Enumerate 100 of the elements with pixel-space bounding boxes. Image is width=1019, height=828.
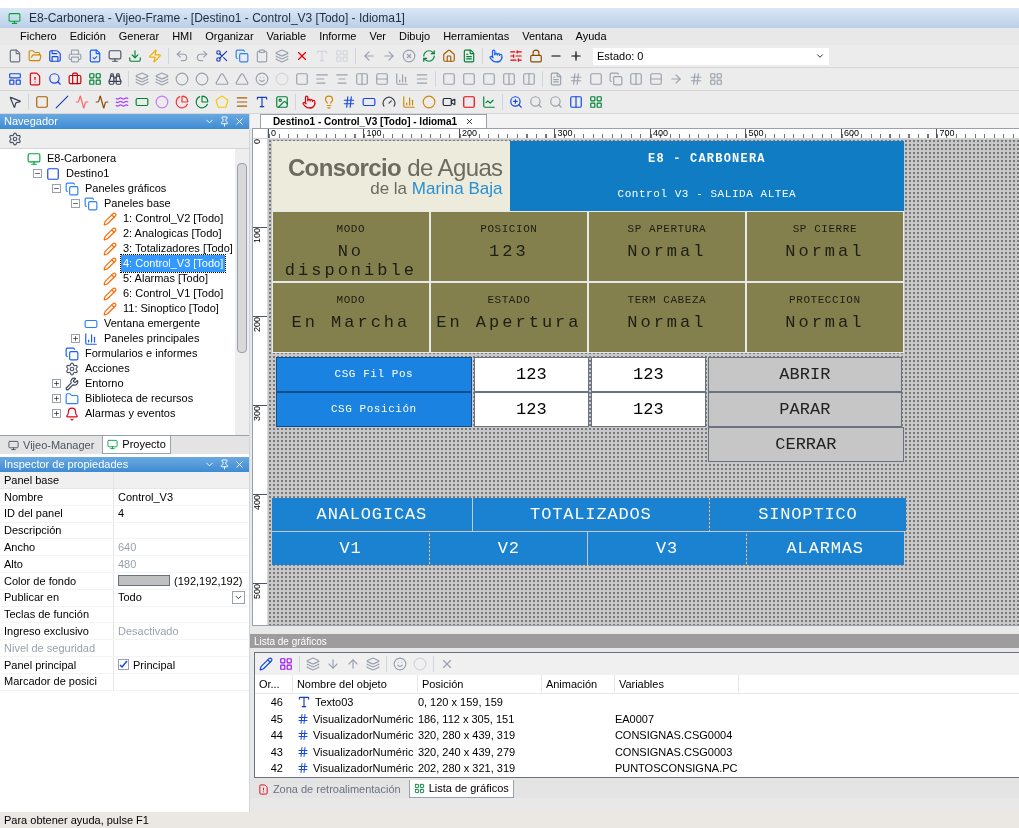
- pie-icon[interactable]: [195, 95, 209, 109]
- save-icon[interactable]: [48, 49, 62, 63]
- menu-item[interactable]: Ayuda: [575, 28, 607, 45]
- nav-button[interactable]: TOTALIZADOS: [472, 498, 709, 531]
- layers-icon[interactable]: [155, 72, 169, 86]
- lines-icon[interactable]: [235, 95, 249, 109]
- menu-item[interactable]: HMI: [172, 28, 193, 45]
- printer-icon[interactable]: [68, 49, 82, 63]
- menu-item[interactable]: Ventana: [522, 28, 563, 45]
- bar-graph-icon[interactable]: [402, 95, 416, 109]
- gauge-icon[interactable]: [382, 95, 396, 109]
- polyline-icon[interactable]: [75, 95, 89, 109]
- layers-icon[interactable]: [275, 49, 289, 63]
- tree-item[interactable]: 6: Control_V1 [Todo]: [121, 285, 226, 302]
- text-icon[interactable]: [255, 95, 269, 109]
- tree-item[interactable]: Destino1: [64, 165, 112, 182]
- nav-button[interactable]: ALARMAS: [746, 532, 904, 565]
- panel-tab[interactable]: Vijeo-Manager: [4, 436, 99, 454]
- column-header[interactable]: Animación: [541, 675, 615, 693]
- forward-icon[interactable]: [382, 49, 396, 63]
- page-icon[interactable]: [462, 49, 476, 63]
- tree-item[interactable]: 1: Control_V2 [Todo]: [121, 210, 226, 227]
- redo-icon[interactable]: [195, 49, 209, 63]
- rows-icon[interactable]: [375, 72, 389, 86]
- undo-icon[interactable]: [175, 49, 189, 63]
- monitor-icon[interactable]: [108, 49, 122, 63]
- circle-icon[interactable]: [175, 72, 189, 86]
- curve-icon[interactable]: [115, 95, 129, 109]
- image-icon[interactable]: [275, 95, 289, 109]
- home-icon[interactable]: [442, 49, 456, 63]
- close-icon[interactable]: [465, 117, 475, 126]
- tree-item[interactable]: Ventana emergente: [102, 315, 203, 332]
- bars-icon[interactable]: [395, 72, 409, 86]
- alarm-icon[interactable]: [462, 95, 476, 109]
- panel-tab[interactable]: Lista de gráficos: [408, 780, 514, 798]
- stop-icon[interactable]: [402, 49, 416, 63]
- tree-item[interactable]: Entorno: [83, 375, 126, 392]
- display-icon[interactable]: [362, 95, 376, 109]
- nav-button[interactable]: V1: [271, 532, 430, 565]
- menu-item[interactable]: Organizar: [205, 28, 254, 45]
- tree-item[interactable]: Formularios e informes: [83, 345, 200, 362]
- columns-icon[interactable]: [355, 72, 369, 86]
- tree-item[interactable]: Paneles base: [102, 195, 173, 212]
- menu-item[interactable]: Informe: [319, 28, 357, 45]
- switch-icon[interactable]: [302, 95, 316, 109]
- panel-tab[interactable]: Proyecto: [102, 436, 171, 454]
- expander-icon[interactable]: [52, 394, 61, 403]
- column-header[interactable]: Nombre del objeto: [292, 675, 418, 693]
- download-icon[interactable]: [128, 49, 142, 63]
- scrollbar[interactable]: [234, 149, 249, 435]
- square-icon[interactable]: [462, 72, 476, 86]
- tree-item[interactable]: 3: Totalizadores [Todo]: [121, 240, 235, 257]
- expander-icon[interactable]: [71, 199, 80, 208]
- expander-icon[interactable]: [52, 409, 61, 418]
- command-button[interactable]: ABRIR: [707, 357, 902, 392]
- hand-icon[interactable]: [489, 49, 503, 63]
- tree-item[interactable]: Paneles principales: [102, 330, 202, 347]
- zoom-icon[interactable]: [509, 95, 523, 109]
- menu-item[interactable]: Fichero: [20, 28, 57, 45]
- menu-item[interactable]: Variable: [266, 28, 307, 45]
- delete-icon[interactable]: [295, 49, 309, 63]
- number-icon[interactable]: [342, 95, 356, 109]
- layers-icon[interactable]: [135, 72, 149, 86]
- window-icon[interactable]: [569, 95, 583, 109]
- nav-button[interactable]: V2: [430, 532, 588, 565]
- camera-icon[interactable]: [442, 95, 456, 109]
- tree-item[interactable]: Alarmas y eventos: [83, 405, 178, 422]
- column-header[interactable]: Posición: [417, 675, 542, 693]
- toolbox-icon[interactable]: [68, 72, 82, 86]
- menu-item[interactable]: Ver: [369, 28, 386, 45]
- grid-icon[interactable]: [589, 95, 603, 109]
- shape-icon[interactable]: [95, 95, 109, 109]
- square-icon[interactable]: [482, 72, 496, 86]
- copy-icon[interactable]: [235, 49, 249, 63]
- menu-item[interactable]: Herramientas: [443, 28, 510, 45]
- square-icon[interactable]: [295, 72, 309, 86]
- menu-item[interactable]: Edición: [69, 28, 106, 45]
- triangle-icon[interactable]: [215, 72, 229, 86]
- folder-icon[interactable]: [28, 49, 42, 63]
- document-icon[interactable]: [8, 49, 22, 63]
- checklist-icon[interactable]: [88, 49, 102, 63]
- tree-item[interactable]: 5: Alarmas [Todo]: [121, 270, 210, 287]
- face-icon[interactable]: [255, 72, 269, 86]
- tree-item[interactable]: 11: Sinoptico [Todo]: [121, 300, 221, 317]
- lamp-icon[interactable]: [322, 95, 336, 109]
- copy-icon[interactable]: [609, 72, 623, 86]
- search-icon[interactable]: [529, 95, 543, 109]
- plus-icon[interactable]: [569, 49, 583, 63]
- search-icon[interactable]: [48, 72, 62, 86]
- state-dropdown[interactable]: Estado: 0: [593, 47, 829, 65]
- rectangle-icon[interactable]: [135, 95, 149, 109]
- grid-icon[interactable]: [709, 72, 723, 86]
- tree-item[interactable]: Acciones: [83, 360, 132, 377]
- paste-icon[interactable]: [255, 49, 269, 63]
- tree-item[interactable]: Paneles gráficos: [83, 180, 169, 197]
- column-header[interactable]: Or...: [254, 675, 293, 693]
- column-header[interactable]: Variables: [614, 675, 739, 693]
- grid-icon[interactable]: [88, 72, 102, 86]
- menu-item[interactable]: Dibujo: [398, 28, 431, 45]
- triangle-icon[interactable]: [235, 72, 249, 86]
